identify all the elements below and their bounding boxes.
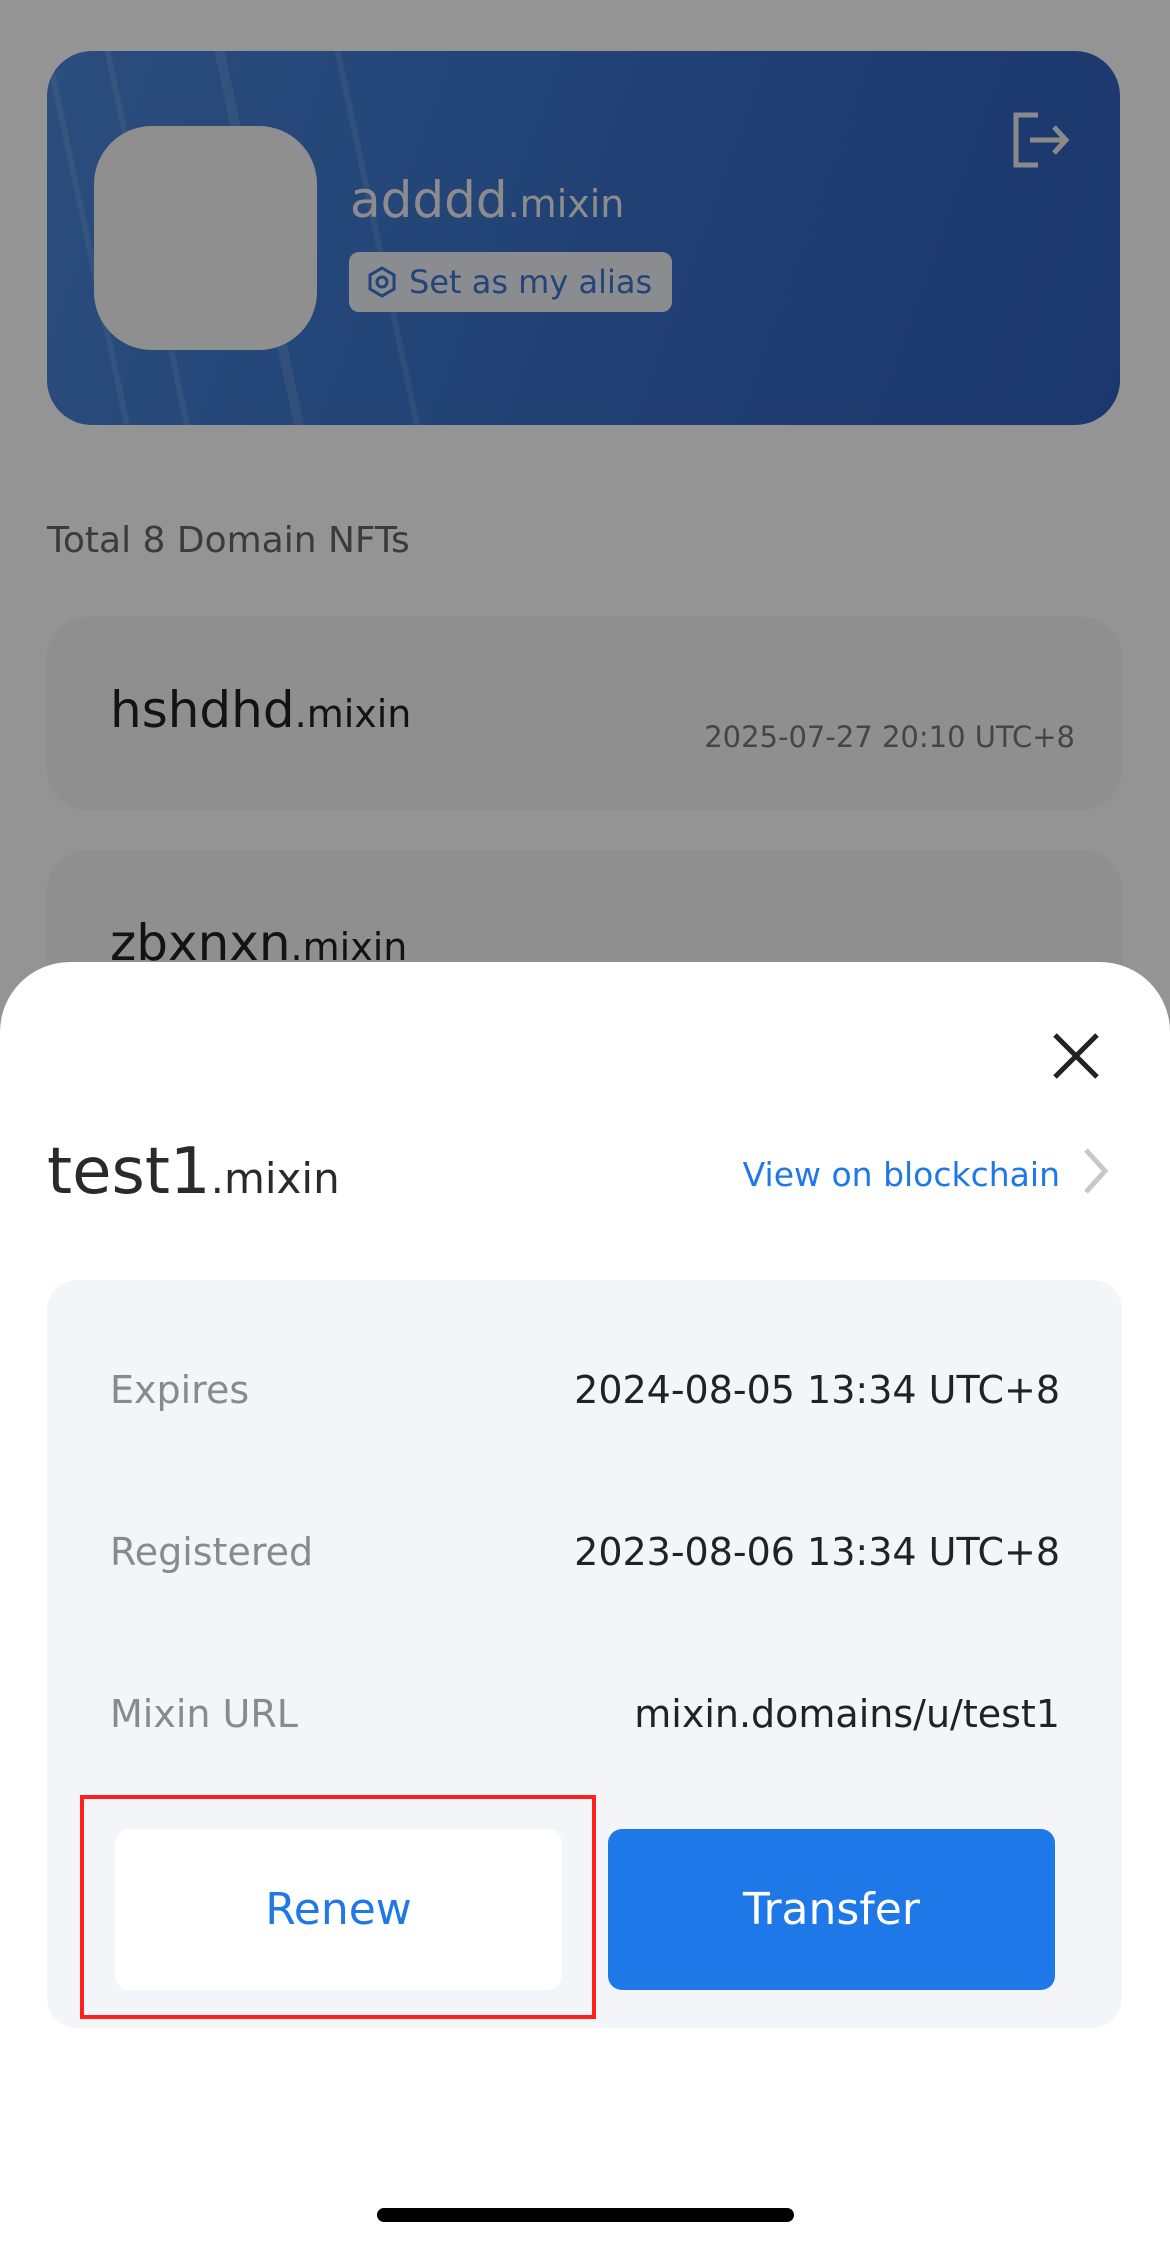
chevron-right-icon[interactable] (1080, 1146, 1110, 1196)
registered-value: 2023-08-06 13:34 UTC+8 (574, 1530, 1060, 1574)
domain-title: test1.mixin (47, 1135, 340, 1209)
domain-title-main: test1 (47, 1135, 211, 1209)
expires-label: Expires (110, 1368, 250, 1412)
expires-value: 2024-08-05 13:34 UTC+8 (574, 1368, 1060, 1412)
registered-label: Registered (110, 1530, 314, 1574)
transfer-button[interactable]: Transfer (608, 1829, 1055, 1990)
domain-title-suffix: .mixin (210, 1154, 340, 1203)
close-icon[interactable] (1050, 1030, 1102, 1082)
mixin-url-label: Mixin URL (110, 1692, 298, 1736)
highlight-box (80, 1795, 596, 2019)
home-indicator[interactable] (377, 2208, 794, 2222)
mixin-url-value: mixin.domains/u/test1 (634, 1692, 1060, 1736)
view-on-blockchain-link[interactable]: View on blockchain (743, 1155, 1060, 1194)
